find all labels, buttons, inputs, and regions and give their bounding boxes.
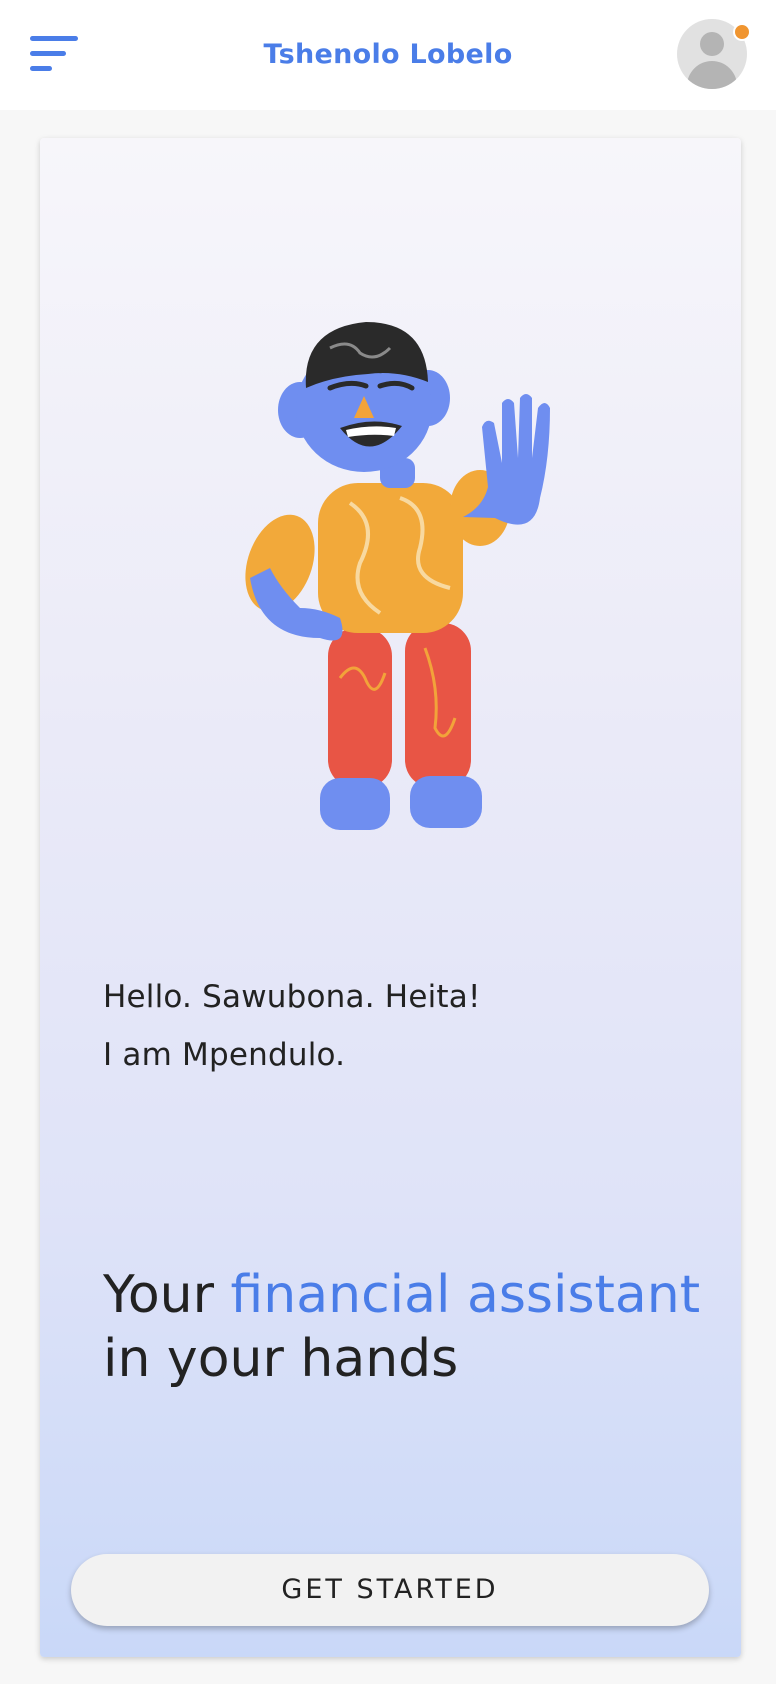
mascot-shirt <box>318 483 463 633</box>
welcome-card: Hello. Sawubona. Heita! I am Mpendulo. Y… <box>40 138 741 1657</box>
tagline: Your financial assistant in your hands <box>103 1263 703 1391</box>
avatar-body <box>687 61 737 89</box>
app-header: Tshenolo Lobelo <box>0 0 776 110</box>
page-title: Tshenolo Lobelo <box>263 39 513 70</box>
menu-bar <box>30 36 78 41</box>
mascot-right-leg <box>405 623 471 788</box>
menu-bar <box>30 66 52 71</box>
notification-dot <box>733 23 751 41</box>
waving-mascot-illustration <box>245 322 550 830</box>
avatar-head <box>700 32 724 56</box>
greeting-text: Hello. Sawubona. Heita! I am Mpendulo. <box>103 968 481 1084</box>
tagline-part-1: Your <box>103 1265 231 1325</box>
menu-bar <box>30 51 66 56</box>
tagline-part-2: in your hands <box>103 1329 459 1389</box>
mascot-right-shoe <box>410 776 482 828</box>
mascot-left-leg <box>328 628 392 788</box>
tagline-accent: financial assistant <box>230 1265 701 1325</box>
get-started-button[interactable]: GET STARTED <box>71 1554 709 1626</box>
mascot-left-shoe <box>320 778 390 830</box>
greeting-line-1: Hello. Sawubona. Heita! <box>103 979 481 1015</box>
menu-icon[interactable] <box>30 34 80 74</box>
greeting-line-2: I am Mpendulo. <box>103 1037 346 1073</box>
